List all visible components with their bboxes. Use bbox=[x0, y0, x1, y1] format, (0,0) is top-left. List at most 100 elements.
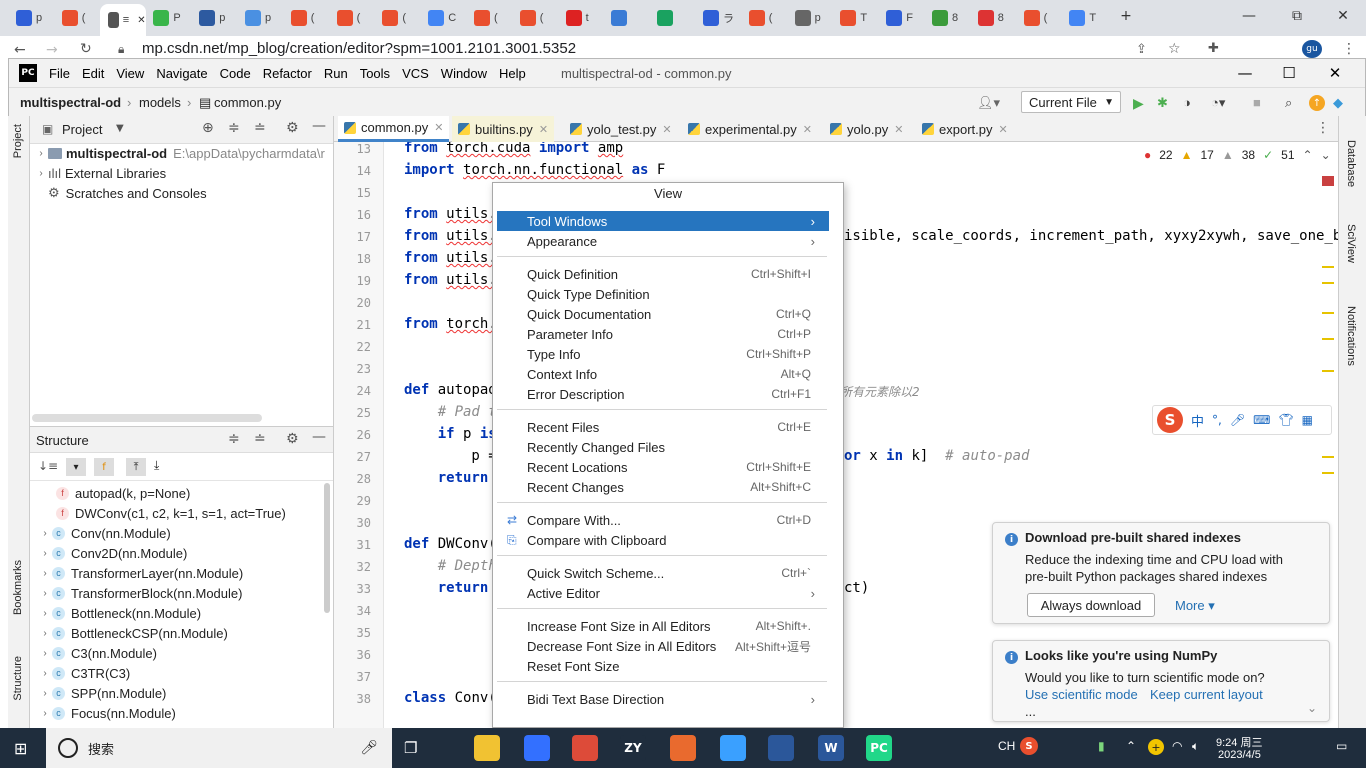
chevron-down-icon[interactable]: ▼ bbox=[116, 123, 124, 134]
pycharm-icon[interactable]: PC bbox=[866, 735, 892, 761]
skin-icon[interactable]: 👕︎ bbox=[1278, 413, 1293, 427]
warning-stripe-mark[interactable] bbox=[1322, 312, 1334, 314]
vertical-scrollbar[interactable] bbox=[324, 483, 330, 613]
browser-tab[interactable]: ( bbox=[512, 6, 558, 30]
forward-icon[interactable]: → bbox=[46, 42, 58, 58]
windows-start-icon[interactable]: ⊞ bbox=[14, 739, 27, 758]
back-icon[interactable]: ← bbox=[14, 42, 26, 58]
menu-item-context-info[interactable]: Context Info Alt+Q bbox=[497, 364, 829, 384]
profile-avatar[interactable]: gu bbox=[1302, 40, 1322, 58]
structure-item[interactable]: › c TransformerBlock(nn.Module) bbox=[38, 583, 242, 603]
structure-item[interactable]: f autopad(k, p=None) bbox=[56, 483, 190, 503]
task-view-icon[interactable]: ❐ bbox=[404, 739, 417, 757]
structure-item[interactable]: › c Conv2D(nn.Module) bbox=[38, 543, 187, 563]
inspection-widget[interactable]: ● 22 ▲ 17 ▲ 38 ✓ 51 ⌃ ⌄ bbox=[1144, 148, 1331, 162]
expand-all-icon[interactable]: ≑ bbox=[228, 120, 240, 136]
run-icon[interactable]: ▶ bbox=[1133, 95, 1144, 112]
use-scientific-mode-link[interactable]: Use scientific mode bbox=[1025, 686, 1138, 703]
code-line-28[interactable]: return bbox=[404, 470, 489, 486]
menu-tools[interactable]: Tools bbox=[360, 66, 390, 81]
feishu-icon[interactable] bbox=[524, 735, 550, 761]
menu-item-increase-font-size-in-all-editors[interactable]: Increase Font Size in All Editors Alt+Shi… bbox=[497, 616, 829, 636]
browser-tab[interactable]: p bbox=[8, 6, 54, 30]
browser-tab[interactable]: C bbox=[420, 6, 466, 30]
structure-item[interactable]: › c C3(nn.Module) bbox=[38, 643, 157, 663]
browser-tab[interactable]: 8 bbox=[970, 6, 1016, 30]
search-everywhere-icon[interactable]: ⌕ bbox=[1285, 95, 1292, 111]
autoscroll-from-source-icon[interactable]: ⤓ bbox=[154, 458, 159, 473]
toolbox-icon[interactable]: ▦ bbox=[1302, 413, 1313, 427]
expand-arrow-icon[interactable]: › bbox=[38, 668, 52, 679]
tree-row-project-root[interactable]: › multispectral-od E:\appData\pycharmdat… bbox=[34, 143, 325, 163]
code-line-17-tail[interactable]: isible, scale_coords, increment_path, xy… bbox=[844, 228, 1338, 244]
mail-icon[interactable] bbox=[768, 735, 794, 761]
expand-arrow-icon[interactable]: › bbox=[38, 708, 52, 719]
tab-yolo-py[interactable]: yolo.py ✕ bbox=[824, 116, 909, 142]
close-tab-icon[interactable]: ✕ bbox=[803, 123, 812, 136]
tree-row-scratches[interactable]: ⚙ Scratches and Consoles bbox=[48, 183, 207, 203]
minimize-browser-button[interactable]: — bbox=[1226, 4, 1272, 28]
reload-icon[interactable]: ↻ bbox=[80, 41, 92, 57]
browser-menu-icon[interactable]: ⋮ bbox=[1342, 41, 1356, 57]
menu-item-quick-documentation[interactable]: Quick Documentation Ctrl+Q bbox=[497, 304, 829, 324]
expand-arrow-icon[interactable]: › bbox=[34, 148, 48, 159]
hide-panel-icon[interactable]: — bbox=[312, 118, 326, 134]
debug-icon[interactable]: ✱ bbox=[1157, 95, 1168, 111]
zy-icon[interactable]: ZY bbox=[620, 735, 646, 761]
code-line-27[interactable]: p = bbox=[404, 448, 496, 464]
show-hidden-icons-icon[interactable]: ⌃ bbox=[1126, 739, 1136, 753]
menu-help[interactable]: Help bbox=[499, 66, 526, 81]
expand-notification-icon[interactable]: ⌄ bbox=[1307, 701, 1317, 715]
tray-app-icon[interactable]: + bbox=[1148, 739, 1164, 755]
menu-navigate[interactable]: Navigate bbox=[156, 66, 207, 81]
close-tab-icon[interactable]: ✕ bbox=[662, 123, 671, 136]
structure-item[interactable]: › c BottleneckCSP(nn.Module) bbox=[38, 623, 227, 643]
browser-tab[interactable]: ラ bbox=[695, 6, 741, 30]
word-icon[interactable]: W bbox=[818, 735, 844, 761]
browser-tab[interactable]: ( bbox=[374, 6, 420, 30]
menu-item-decrease-font-size-in-all-editors[interactable]: Decrease Font Size in All Editors Alt+Shi… bbox=[497, 636, 829, 656]
expand-arrow-icon[interactable]: › bbox=[38, 568, 52, 579]
menu-item-recent-files[interactable]: Recent Files Ctrl+E bbox=[497, 417, 829, 437]
structure-item[interactable]: › c SPP(nn.Module) bbox=[38, 683, 166, 703]
browser-tab[interactable] bbox=[603, 6, 649, 30]
browser-tab[interactable]: ( bbox=[1016, 6, 1062, 30]
stop-icon[interactable]: ■ bbox=[1253, 95, 1261, 110]
browser-tab[interactable]: p bbox=[237, 6, 283, 30]
menu-view[interactable]: View bbox=[116, 66, 144, 81]
tab-export-py[interactable]: export.py ✕ bbox=[916, 116, 1014, 142]
code-line-25[interactable]: # Pad t bbox=[404, 404, 497, 420]
bookmarks-tool-tab[interactable]: Bookmarks bbox=[12, 560, 24, 615]
database-tool-tab[interactable]: Database bbox=[1345, 140, 1357, 187]
sciview-tool-tab[interactable]: SciView bbox=[1345, 224, 1357, 263]
expand-arrow-icon[interactable]: › bbox=[38, 588, 52, 599]
expand-arrow-icon[interactable]: › bbox=[38, 688, 52, 699]
share-icon[interactable]: ⇪ bbox=[1136, 42, 1147, 57]
locate-icon[interactable]: ⊕ bbox=[202, 120, 214, 136]
keyboard-icon[interactable]: ⌨ bbox=[1253, 413, 1270, 427]
error-stripe-mark[interactable] bbox=[1322, 176, 1334, 186]
menu-refactor[interactable]: Refactor bbox=[263, 66, 312, 81]
ime-punctuation[interactable]: °, bbox=[1212, 413, 1222, 427]
star-icon[interactable]: ☆ bbox=[1168, 41, 1181, 57]
coverage-icon[interactable]: ◑ bbox=[1183, 95, 1191, 110]
structure-tool-tab[interactable]: Structure bbox=[12, 656, 24, 701]
tab-common-py[interactable]: common.py ✕ bbox=[338, 116, 450, 142]
structure-item[interactable]: › c Bottleneck(nn.Module) bbox=[38, 603, 201, 623]
menu-edit[interactable]: Edit bbox=[82, 66, 104, 81]
profile-run-icon[interactable]: ◔▾ bbox=[1211, 95, 1225, 111]
close-browser-button[interactable]: ✕ bbox=[1320, 4, 1366, 28]
volume-icon[interactable]: 🔈︎ bbox=[1192, 739, 1199, 754]
warning-stripe-mark[interactable] bbox=[1322, 370, 1334, 372]
browser-tab[interactable]: 8 bbox=[924, 6, 970, 30]
ime-indicator[interactable]: CH bbox=[998, 739, 1015, 753]
browser-tab[interactable]: F bbox=[878, 6, 924, 30]
close-tab-icon[interactable]: ✕ bbox=[434, 121, 443, 134]
code-line-19[interactable]: from utils. bbox=[404, 272, 497, 288]
autoscroll-to-source-icon[interactable]: ⤒ bbox=[126, 458, 146, 476]
ide-minimize-button[interactable]: — bbox=[1231, 62, 1259, 84]
close-tab-icon[interactable]: ✕ bbox=[137, 15, 145, 26]
notifications-tool-tab[interactable]: Notifications bbox=[1345, 306, 1357, 366]
close-tab-icon[interactable]: ✕ bbox=[539, 123, 548, 136]
keep-current-layout-link[interactable]: Keep current layout bbox=[1150, 686, 1263, 703]
